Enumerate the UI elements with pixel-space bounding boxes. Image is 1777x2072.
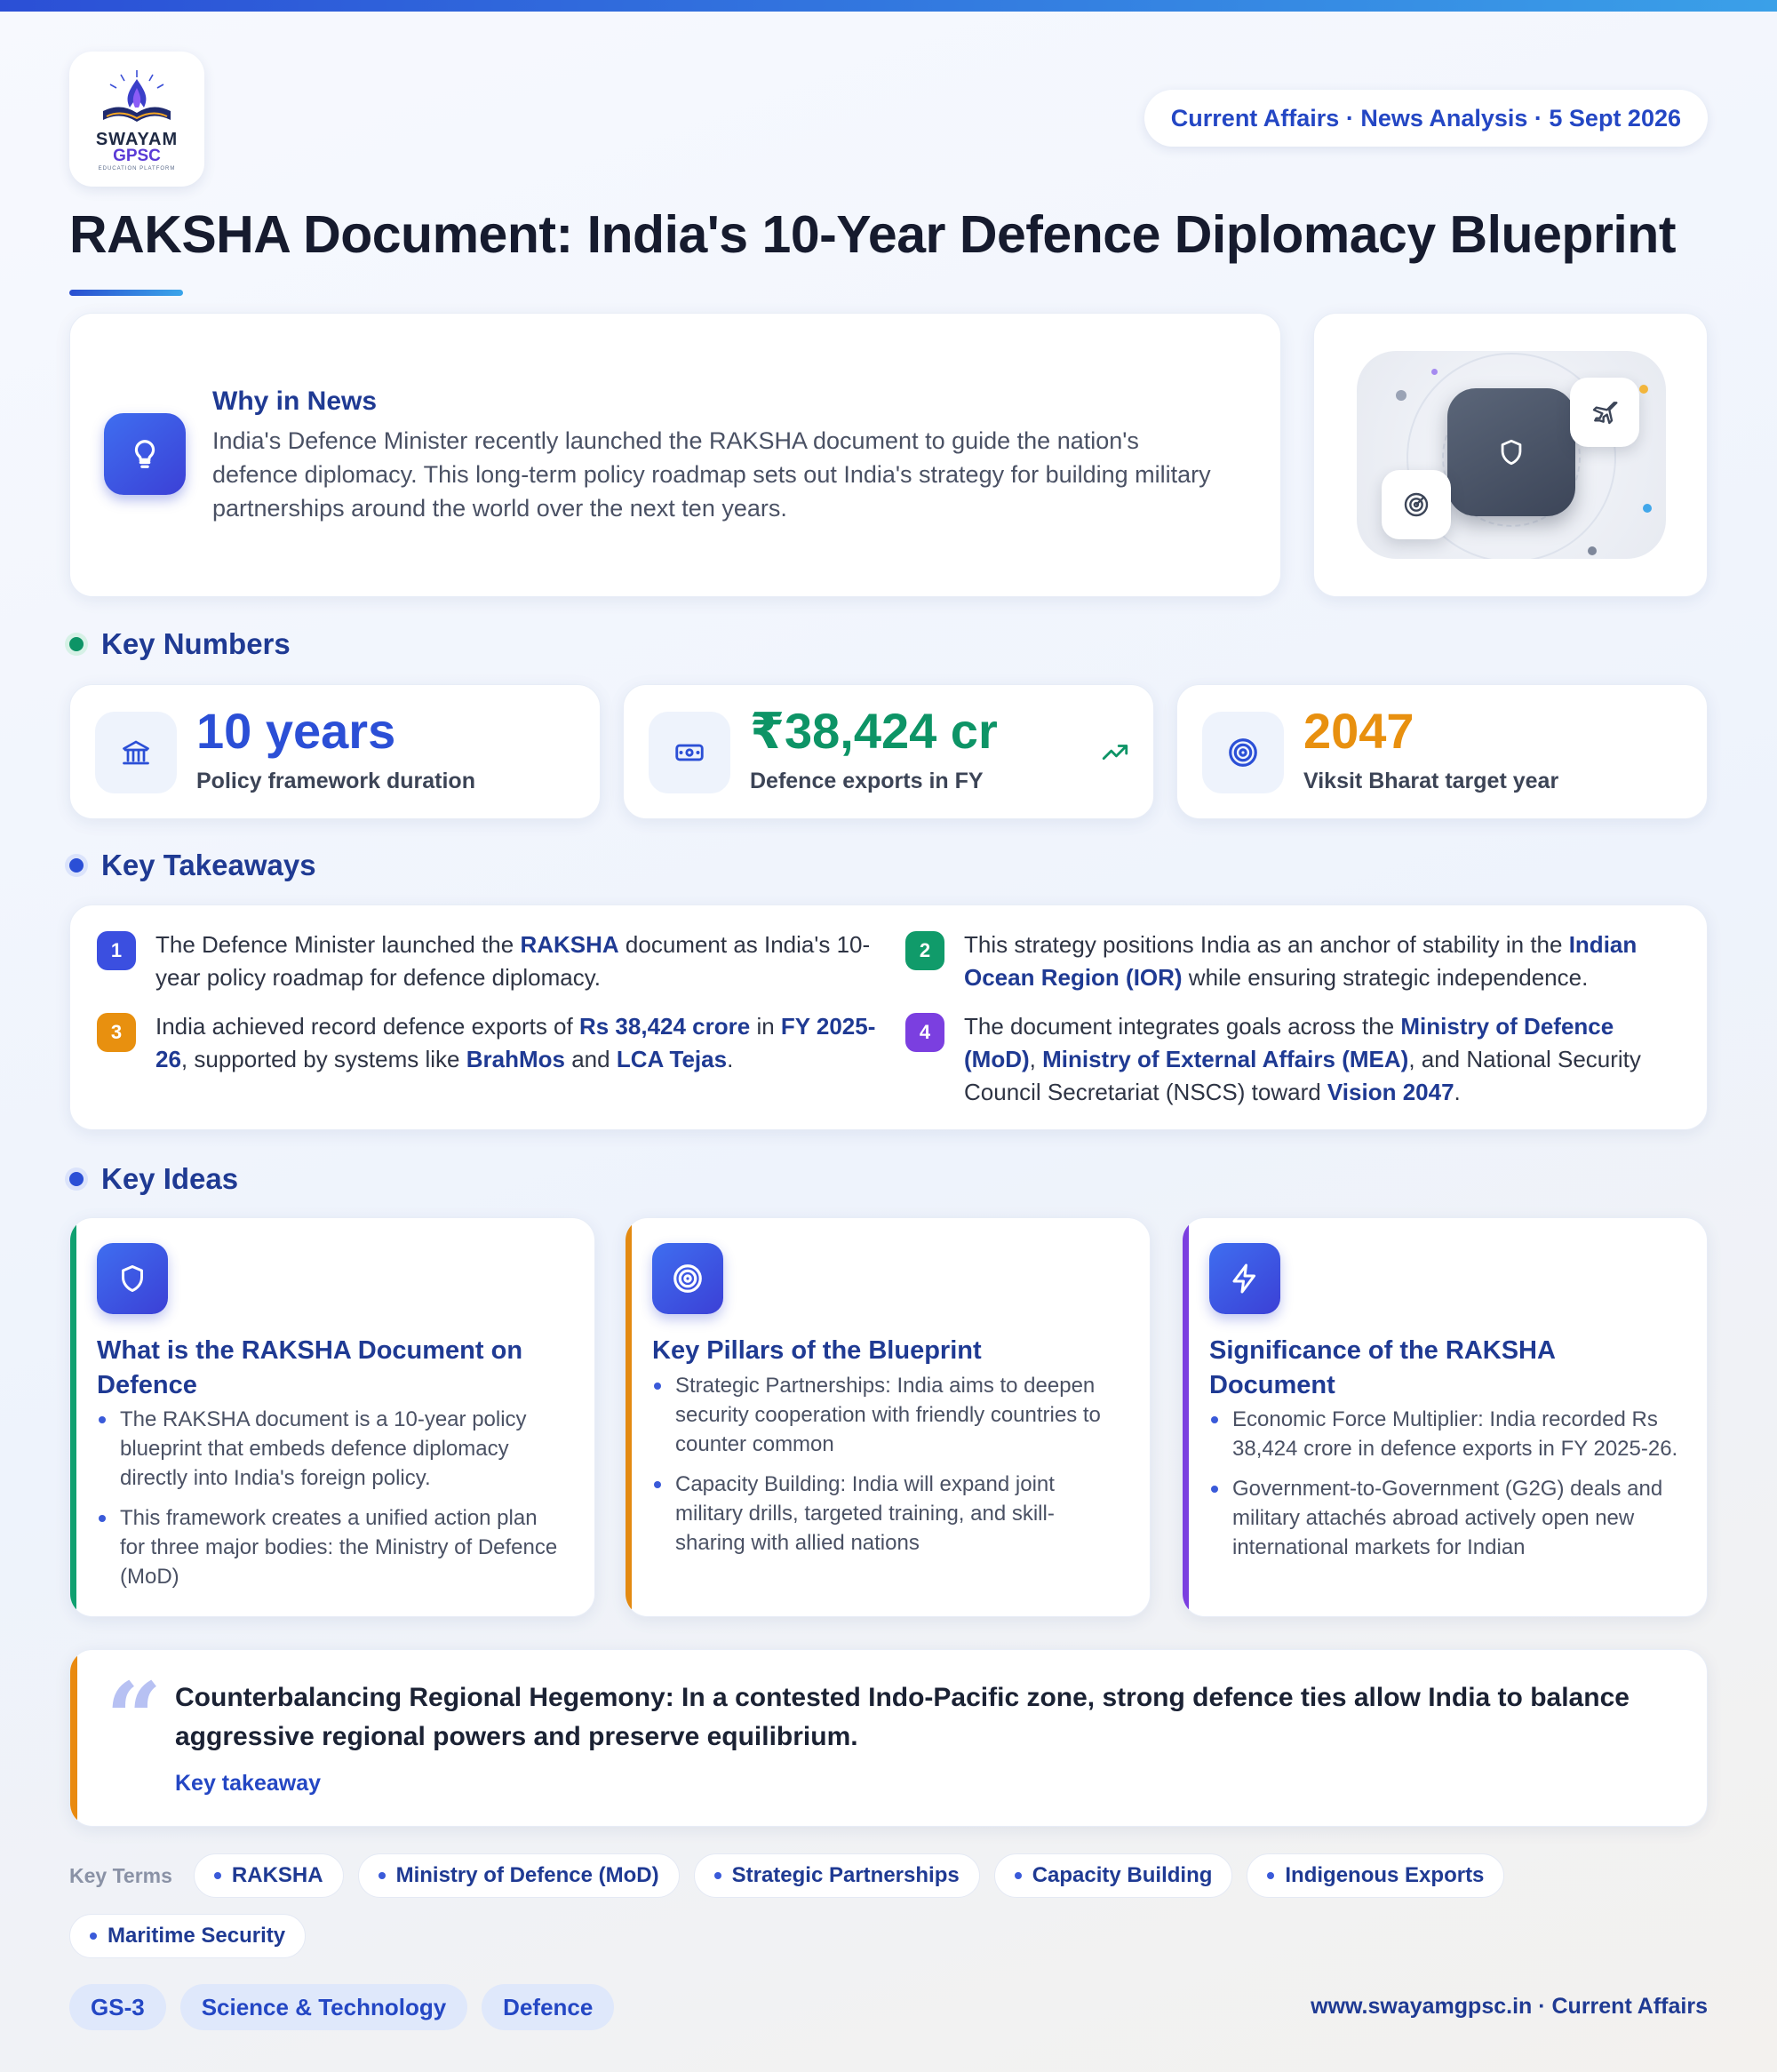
brand-logo[interactable]: SWAYAM GPSC EDUCATION PLATFORM: [69, 52, 204, 187]
stat-label: Defence exports in FY: [750, 769, 984, 793]
quote-text: Counterbalancing Regional Hegemony: In a…: [175, 1683, 1630, 1751]
term-chip[interactable]: Ministry of Defence (MoD): [357, 1853, 680, 1898]
trending-up-icon: [1102, 745, 1128, 761]
takeaway-item: 4 The document integrates goals across t…: [905, 1010, 1687, 1109]
takeaway-text: The Defence Minister launched the RAKSHA…: [155, 931, 871, 991]
idea-points: The RAKSHA document is a 10-year policy …: [97, 1405, 568, 1602]
takeaway-number: 1: [97, 931, 136, 970]
term-chip[interactable]: Indigenous Exports: [1247, 1853, 1505, 1898]
brand-name: SWAYAM: [95, 130, 179, 149]
footer-website-link[interactable]: www.swayamgpsc.in · Current Affairs: [1311, 1994, 1708, 2020]
stat-label: Policy framework duration: [196, 769, 475, 793]
money-icon: [649, 712, 730, 793]
quote-caption: Key takeaway: [175, 1771, 322, 1796]
takeaway-number: 2: [905, 931, 944, 970]
lightbulb-icon: [104, 413, 186, 495]
logo-book-flame-icon: [103, 70, 171, 122]
section-dot: [69, 637, 84, 651]
idea-point: Capacity Building: India will expand joi…: [652, 1470, 1123, 1558]
decor-dot: [1396, 390, 1406, 401]
shield-icon: [97, 1243, 168, 1314]
idea-point: Economic Force Multiplier: India recorde…: [1209, 1405, 1680, 1463]
section-title: Key Numbers: [101, 627, 291, 660]
stat-card-target: 2047 Viksit Bharat target year: [1176, 684, 1708, 819]
target-icon: [1202, 712, 1284, 793]
idea-card-what-is: What is the RAKSHA Document on Defence T…: [69, 1217, 595, 1617]
takeaway-number: 3: [97, 1013, 136, 1052]
key-terms: Key Terms RAKSHA Ministry of Defence (Mo…: [69, 1853, 1708, 1958]
footer-tags: GS-3 Science & Technology Defence: [69, 1984, 615, 2030]
section-title: Key Ideas: [101, 1162, 239, 1195]
why-text: India's Defence Minister recently launch…: [212, 427, 1211, 522]
why-heading: Why in News: [212, 387, 378, 416]
term-chip[interactable]: Strategic Partnerships: [693, 1853, 980, 1898]
idea-card-pillars: Key Pillars of the Blueprint Strategic P…: [625, 1217, 1151, 1617]
page-title: RAKSHA Document: India's 10-Year Defence…: [69, 205, 1677, 264]
idea-accent-bar: [1183, 1218, 1189, 1616]
takeaway-text: The document integrates goals across the…: [964, 1013, 1641, 1105]
decor-dot: [1431, 369, 1438, 375]
idea-point: The RAKSHA document is a 10-year policy …: [97, 1405, 568, 1493]
takeaway-text: India achieved record defence exports of…: [155, 1013, 876, 1072]
takeaway-number: 4: [905, 1013, 944, 1052]
brand-tagline: EDUCATION PLATFORM: [98, 166, 176, 171]
tag-science-technology[interactable]: Science & Technology: [179, 1984, 468, 2030]
target-icon: [652, 1243, 723, 1314]
section-key-ideas: Key Ideas: [69, 1162, 238, 1196]
term-chip[interactable]: RAKSHA: [193, 1853, 344, 1898]
term-chip[interactable]: Maritime Security: [69, 1914, 307, 1958]
idea-accent-bar: [626, 1218, 632, 1616]
illustration-stage: [1357, 351, 1666, 559]
stat-value: ₹38,424 cr: [750, 703, 998, 759]
takeaway-text: This strategy positions India as an anch…: [964, 931, 1638, 991]
stat-label: Viksit Bharat target year: [1303, 769, 1559, 793]
brand-sub: GPSC: [113, 147, 161, 165]
term-chip[interactable]: Capacity Building: [993, 1853, 1233, 1898]
section-key-takeaways: Key Takeaways: [69, 849, 316, 882]
section-key-numbers: Key Numbers: [69, 627, 291, 661]
idea-point: Government-to-Government (G2G) deals and…: [1209, 1474, 1680, 1562]
radar-icon: [1382, 470, 1451, 539]
quote-icon: “: [106, 1661, 163, 1775]
defence-illustration: [1313, 313, 1708, 597]
top-accent-bar: [0, 0, 1777, 12]
takeaway-item: 2 This strategy positions India as an an…: [905, 928, 1687, 994]
quote-card: “ Counterbalancing Regional Hegemony: In…: [69, 1649, 1708, 1827]
stat-card-duration: 10 years Policy framework duration: [69, 684, 601, 819]
idea-point: Strategic Partnerships: India aims to de…: [652, 1371, 1123, 1459]
idea-title: What is the RAKSHA Document on Defence: [97, 1336, 523, 1399]
stat-value: 2047: [1303, 703, 1414, 759]
takeaway-item: 3 India achieved record defence exports …: [97, 1010, 879, 1076]
title-underline: [69, 290, 183, 296]
decor-dot: [1588, 546, 1597, 555]
idea-point: This framework creates a unified action …: [97, 1503, 568, 1591]
stat-card-exports: ₹38,424 cr Defence exports in FY: [623, 684, 1154, 819]
idea-card-significance: Significance of the RAKSHA Document Econ…: [1182, 1217, 1708, 1617]
key-terms-label: Key Terms: [69, 1863, 172, 1887]
tag-defence[interactable]: Defence: [482, 1984, 615, 2030]
section-dot: [69, 1172, 84, 1186]
quote-accent-bar: [70, 1650, 77, 1826]
decor-dot: [1643, 504, 1652, 513]
date-pill: Current Affairs · News Analysis · 5 Sept…: [1143, 90, 1708, 147]
decor-dot: [1639, 385, 1648, 394]
tag-gs3[interactable]: GS-3: [69, 1984, 166, 2030]
idea-title: Key Pillars of the Blueprint: [652, 1336, 982, 1365]
section-title: Key Takeaways: [101, 849, 316, 881]
takeaway-item: 1 The Defence Minister launched the RAKS…: [97, 928, 879, 994]
plane-icon: [1570, 378, 1639, 447]
stat-value: 10 years: [196, 703, 396, 759]
idea-accent-bar: [70, 1218, 76, 1616]
idea-points: Strategic Partnerships: India aims to de…: [652, 1371, 1123, 1568]
bank-icon: [95, 712, 177, 793]
takeaways-card: 1 The Defence Minister launched the RAKS…: [69, 905, 1708, 1130]
idea-title: Significance of the RAKSHA Document: [1209, 1336, 1555, 1399]
idea-points: Economic Force Multiplier: India recorde…: [1209, 1405, 1680, 1573]
shield-icon: [1447, 388, 1575, 516]
why-in-news-card: Why in News India's Defence Minister rec…: [69, 313, 1281, 597]
bolt-icon: [1209, 1243, 1280, 1314]
section-dot: [69, 858, 84, 873]
